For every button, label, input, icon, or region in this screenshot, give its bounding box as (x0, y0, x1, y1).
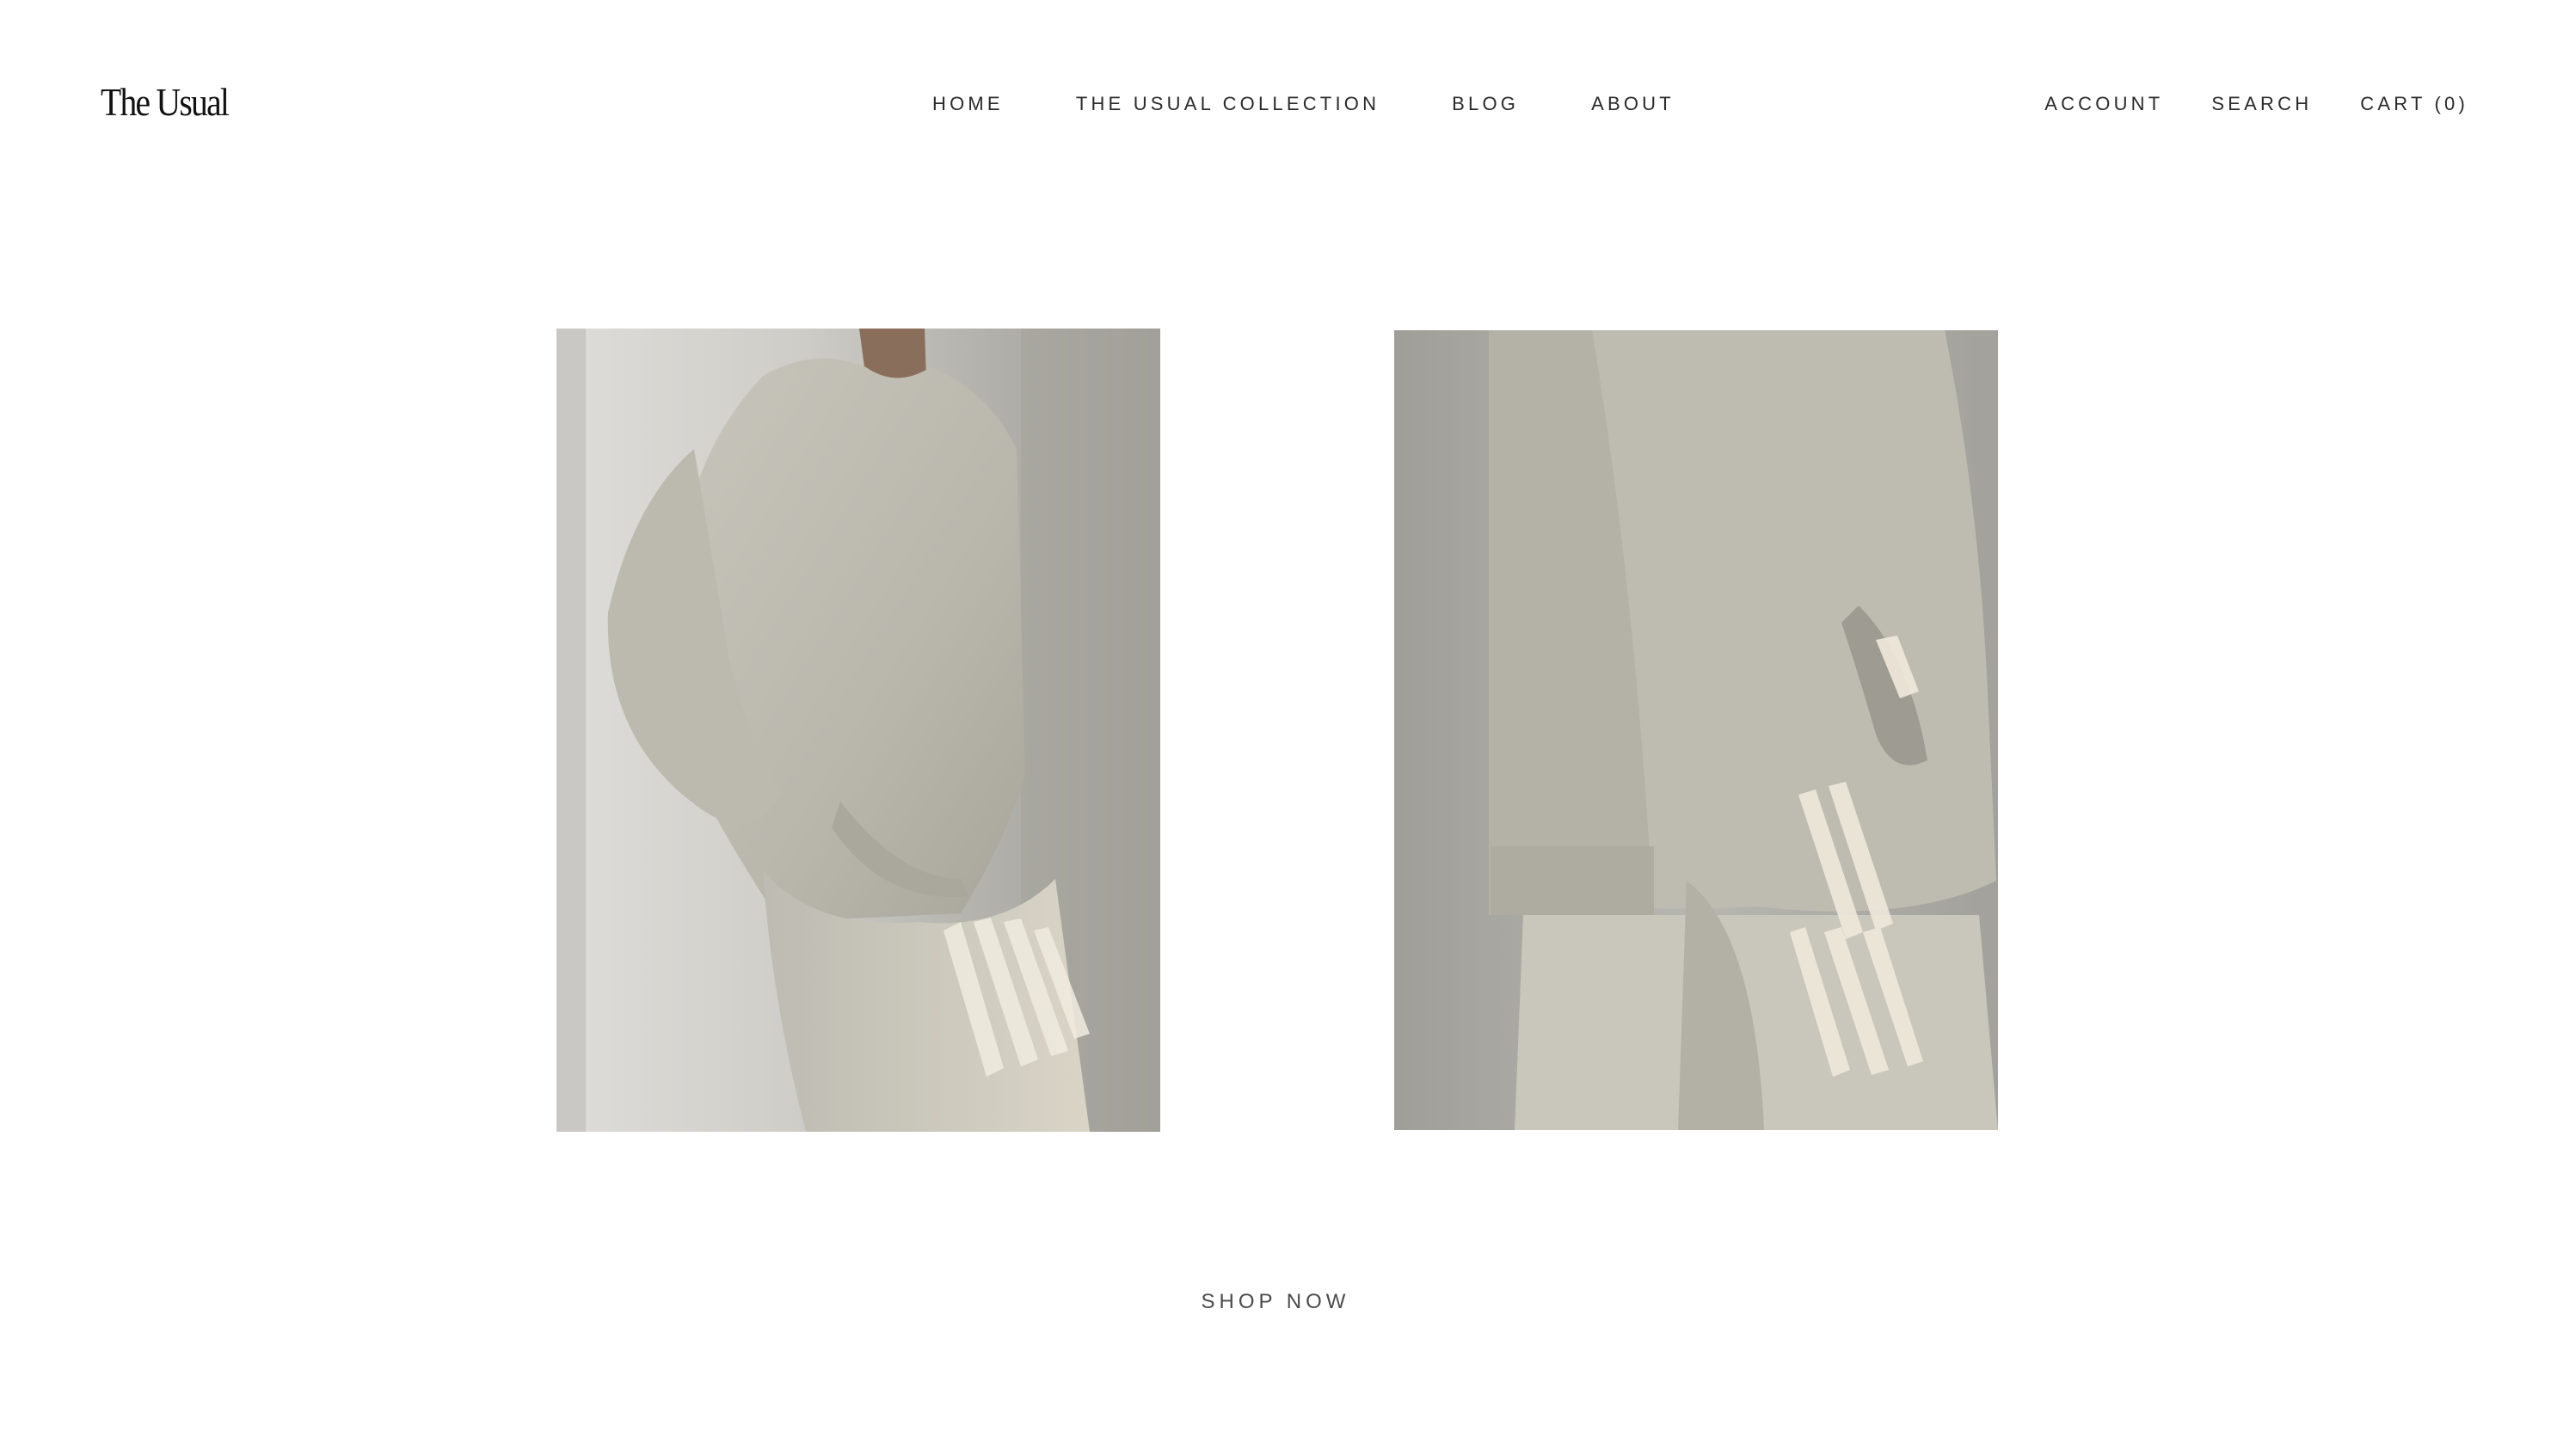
product-photo-right[interactable] (1394, 330, 1998, 1130)
account-link[interactable]: ACCOUNT (2044, 95, 2163, 114)
logo[interactable]: The Usual (101, 83, 230, 122)
main-nav: HOME THE USUAL COLLECTION BLOG ABOUT (932, 95, 1675, 114)
shop-now-button[interactable]: SHOP NOW (1202, 1290, 1350, 1313)
product-photo-right-image (1394, 330, 1998, 1130)
nav-the-usual-collection[interactable]: THE USUAL COLLECTION (1076, 95, 1380, 114)
cart-link[interactable]: CART (0) (2360, 95, 2468, 114)
search-link[interactable]: SEARCH (2211, 95, 2312, 114)
nav-home[interactable]: HOME (932, 95, 1004, 114)
utility-nav: ACCOUNT SEARCH CART (0) (2044, 95, 2468, 114)
nav-about[interactable]: ABOUT (1591, 95, 1675, 114)
shop-now-row: SHOP NOW (0, 1292, 2551, 1312)
product-photo-left[interactable] (556, 329, 1160, 1132)
product-photo-left-image (556, 329, 1160, 1132)
nav-blog[interactable]: BLOG (1452, 95, 1519, 114)
